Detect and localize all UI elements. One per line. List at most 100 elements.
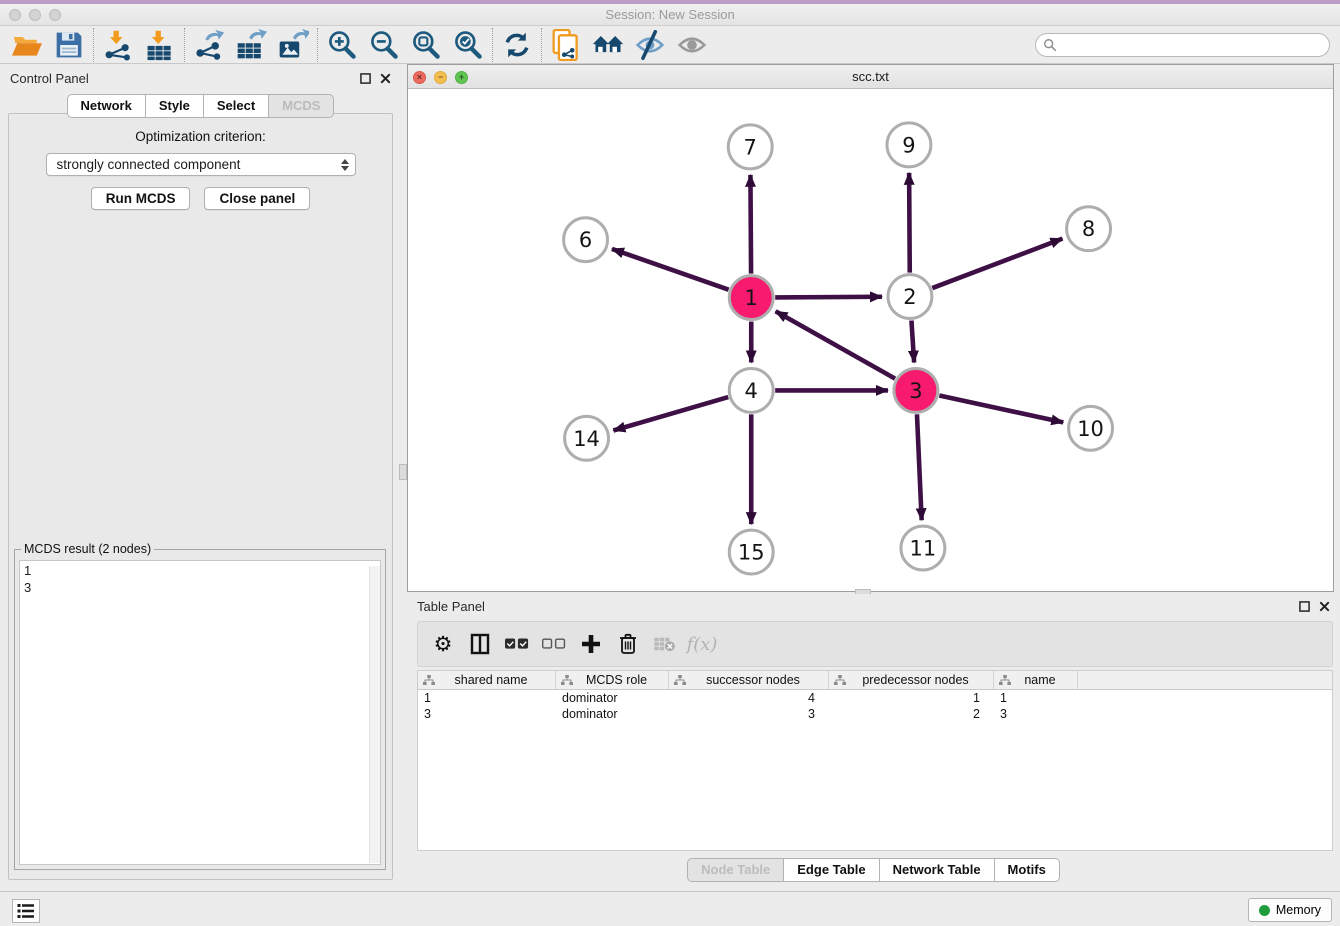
mcds-result-group: MCDS result (2 nodes) 1 3: [14, 542, 386, 870]
folder-open-icon: [11, 30, 43, 60]
column-header-predecessor-nodes[interactable]: predecessor nodes: [829, 671, 994, 689]
add-column-button[interactable]: [576, 627, 606, 661]
tab-mcds[interactable]: MCDS: [268, 94, 334, 118]
graph-node-label-2: 2: [903, 285, 916, 309]
import-network-icon: [102, 29, 134, 61]
home-view-button[interactable]: [587, 28, 629, 62]
table-panel-header: Table Panel: [407, 594, 1340, 618]
task-history-button[interactable]: [12, 899, 40, 923]
table-cell[interactable]: 2: [829, 707, 994, 721]
graph-edge-1-2[interactable]: [775, 297, 882, 298]
mcds-result-text[interactable]: 1 3: [19, 560, 381, 865]
zoom-selected-button[interactable]: [447, 28, 489, 62]
table-row[interactable]: 1dominator411: [418, 690, 1332, 706]
mcds-result-title: MCDS result (2 nodes): [21, 542, 154, 556]
toolbar-separator: [184, 28, 185, 62]
graph-edge-2-8[interactable]: [932, 239, 1062, 288]
export-network-button[interactable]: [188, 28, 230, 62]
table-options-button[interactable]: ⚙: [428, 627, 458, 661]
table-cell[interactable]: dominator: [556, 691, 669, 705]
toolbar-separator: [317, 28, 318, 62]
table-cell[interactable]: 3: [418, 707, 556, 721]
graph-edge-2-3[interactable]: [911, 320, 914, 362]
import-network-button[interactable]: [97, 28, 139, 62]
delete-column-button[interactable]: [613, 627, 643, 661]
graph-edge-3-10[interactable]: [939, 395, 1063, 422]
memory-button[interactable]: Memory: [1248, 898, 1332, 922]
hide-selected-button[interactable]: [629, 28, 671, 62]
column-header-shared-name[interactable]: shared name: [418, 671, 556, 689]
graph-edge-3-11[interactable]: [917, 414, 922, 520]
node-table[interactable]: shared nameMCDS rolesuccessor nodesprede…: [417, 670, 1333, 851]
deselect-all-checks-button[interactable]: [539, 627, 569, 661]
list-icon: [17, 903, 35, 919]
result-scrollbar[interactable]: [369, 566, 380, 863]
main-toolbar: [0, 27, 1340, 64]
tab-network-table[interactable]: Network Table: [879, 858, 995, 882]
vertical-splitter-handle[interactable]: [399, 464, 407, 480]
table-row[interactable]: 3dominator323: [418, 706, 1332, 722]
select-all-checks-button[interactable]: [502, 627, 532, 661]
graph-edge-2-9[interactable]: [909, 173, 910, 273]
trash-icon: [619, 633, 637, 655]
tab-style[interactable]: Style: [145, 94, 204, 118]
table-cell[interactable]: 4: [669, 691, 829, 705]
graph-node-label-7: 7: [744, 135, 757, 159]
column-type-icon: [674, 675, 686, 686]
column-header-successor-nodes[interactable]: successor nodes: [669, 671, 829, 689]
graph-edge-4-14[interactable]: [613, 397, 728, 430]
column-type-icon: [834, 675, 846, 686]
fx-icon: f(x): [687, 634, 718, 655]
graph-node-label-1: 1: [745, 286, 758, 310]
export-image-button[interactable]: [272, 28, 314, 62]
search-input[interactable]: [1062, 38, 1329, 52]
table-cell[interactable]: 3: [994, 707, 1078, 721]
column-header-name[interactable]: name: [994, 671, 1078, 689]
tab-select[interactable]: Select: [203, 94, 269, 118]
clone-network-button[interactable]: [545, 28, 587, 62]
show-columns-button[interactable]: [465, 627, 495, 661]
column-type-icon: [423, 675, 435, 686]
zoom-fit-button[interactable]: [405, 28, 447, 62]
graph-edge-3-1[interactable]: [776, 311, 895, 378]
close-panel-button[interactable]: Close panel: [204, 187, 310, 210]
graph-node-label-4: 4: [745, 379, 758, 403]
export-table-button[interactable]: [230, 28, 272, 62]
table-cell[interactable]: 1: [418, 691, 556, 705]
show-all-button[interactable]: [671, 28, 713, 62]
run-mcds-button[interactable]: Run MCDS: [91, 187, 191, 210]
save-session-button[interactable]: [48, 28, 90, 62]
node-table-header: shared nameMCDS rolesuccessor nodesprede…: [418, 671, 1332, 690]
delete-table-button[interactable]: [650, 627, 680, 661]
toolbar-separator: [93, 28, 94, 62]
function-builder-button[interactable]: f(x): [687, 627, 717, 661]
close-panel-icon[interactable]: [1319, 601, 1330, 612]
zoom-in-button[interactable]: [321, 28, 363, 62]
table-cell[interactable]: dominator: [556, 707, 669, 721]
tab-edge-table[interactable]: Edge Table: [783, 858, 879, 882]
table-cell[interactable]: 1: [829, 691, 994, 705]
zoom-out-button[interactable]: [363, 28, 405, 62]
optimization-criterion-select[interactable]: strongly connected component: [46, 153, 356, 176]
gear-icon: ⚙: [434, 634, 453, 655]
selected-criterion: strongly connected component: [57, 157, 341, 172]
tab-motifs[interactable]: Motifs: [994, 858, 1060, 882]
import-table-button[interactable]: [139, 28, 181, 62]
search-box[interactable]: [1035, 33, 1330, 57]
open-session-button[interactable]: [6, 28, 48, 62]
tab-network[interactable]: Network: [67, 94, 146, 118]
graph-edge-1-7[interactable]: [750, 175, 751, 274]
eye-icon: [676, 30, 708, 60]
column-header-MCDS-role[interactable]: MCDS role: [556, 671, 669, 689]
graph-edge-1-6[interactable]: [612, 249, 729, 290]
close-panel-icon[interactable]: [380, 73, 391, 84]
network-canvas[interactable]: 7968124314101511: [408, 89, 1333, 591]
memory-status-icon: [1259, 905, 1270, 916]
float-panel-icon[interactable]: [1299, 601, 1310, 612]
table-cell[interactable]: 1: [994, 691, 1078, 705]
tab-node-table[interactable]: Node Table: [687, 858, 784, 882]
table-cell[interactable]: 3: [669, 707, 829, 721]
optimization-criterion-label: Optimization criterion:: [9, 129, 392, 144]
apply-layout-button[interactable]: [496, 28, 538, 62]
float-panel-icon[interactable]: [360, 73, 371, 84]
